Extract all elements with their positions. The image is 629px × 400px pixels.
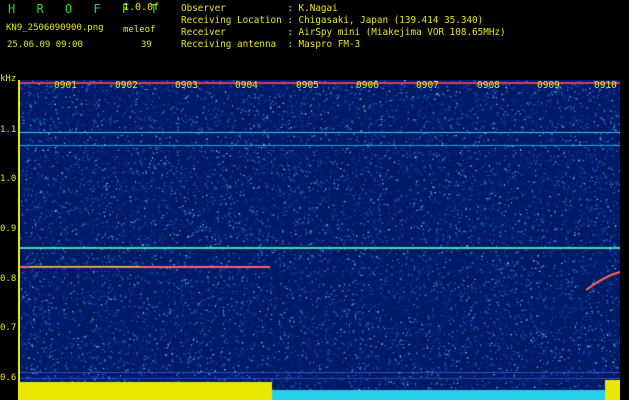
date-time: 25.06.09 09:00 [7,40,83,50]
y-tick-label: 0.6 [0,373,17,383]
y-axis-unit: kHz [0,74,17,84]
x-tick-label: 0910 [594,80,617,91]
location-line: Receiving Location : Chigasaki, Japan (1… [181,15,484,26]
x-tick-label: 0905 [296,80,319,91]
header-panel: H R O F F T 1.0.0f KN9_2506090900.png me… [0,0,629,78]
y-tick-label: 0.8 [0,274,17,284]
antenna-line: Receiving antenna : Maspro FM-3 [181,39,361,50]
observer-line: Observer : K.Nagai [181,3,338,14]
y-tick-label: 0.9 [0,224,17,234]
count-value: 39 [141,40,152,50]
x-tick-label: 0901 [54,80,77,91]
spectrogram-canvas[interactable] [20,80,620,400]
file-name: KN9_2506090900.png [6,23,104,33]
x-tick-label: 0907 [416,80,439,91]
receiver-line: Receiver : AirSpy mini (Miakejima VOR 10… [181,27,506,38]
y-tick-label: 0.7 [0,323,17,333]
x-tick-label: 0904 [235,80,258,91]
unit-label: meleof [123,25,156,35]
x-tick-label: 0902 [115,80,138,91]
x-tick-label: 0908 [477,80,500,91]
y-tick-label: 1.1 [0,125,17,135]
y-tick-label: 1.0 [0,174,17,184]
x-tick-label: 0909 [537,80,560,91]
x-tick-label: 0903 [175,80,198,91]
y-axis-line [18,80,20,400]
x-tick-label: 0906 [356,80,379,91]
app-version: 1.0.0f [123,2,160,13]
